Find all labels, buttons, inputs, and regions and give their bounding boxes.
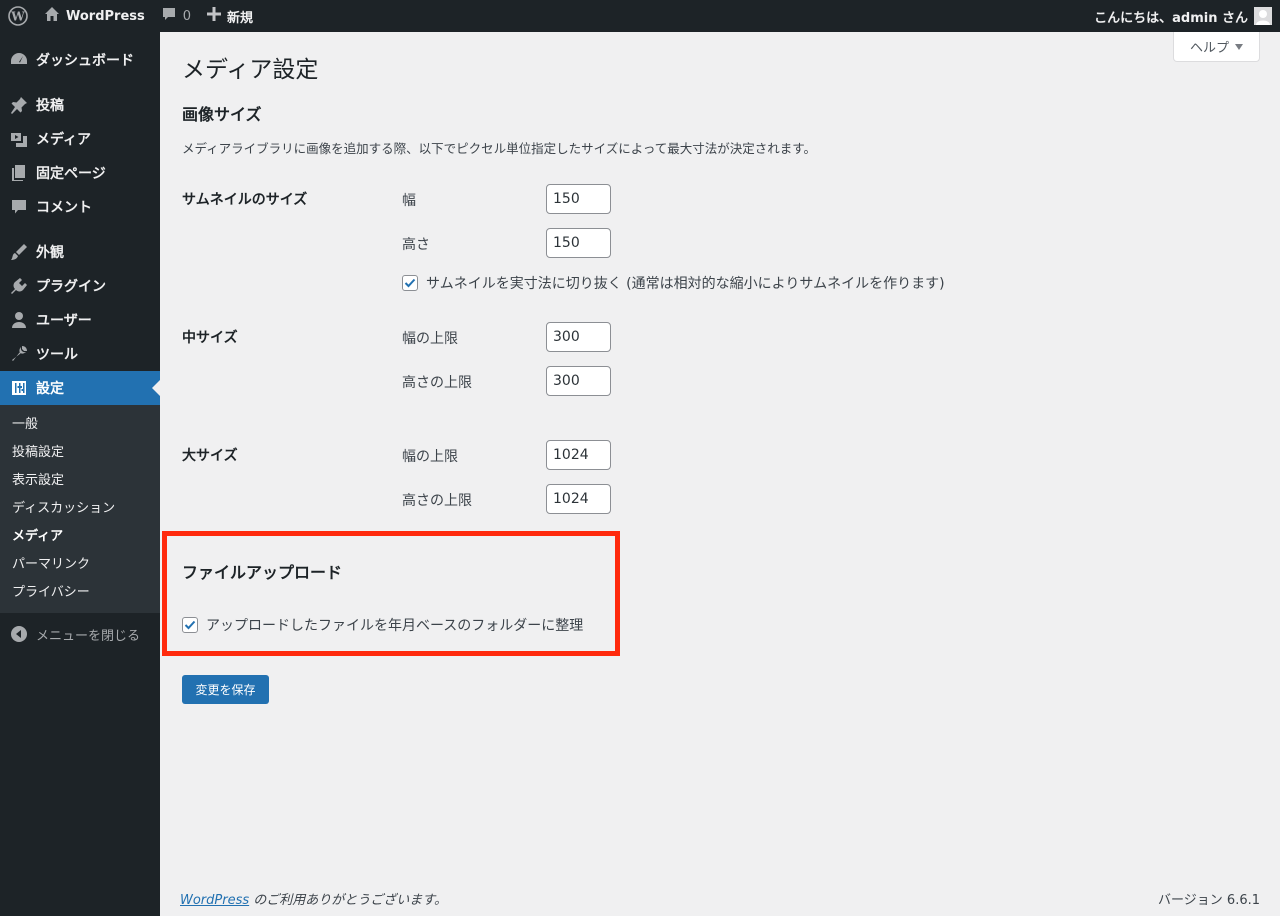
plus-icon <box>207 7 222 25</box>
large-width-label: 幅の上限 <box>402 449 458 465</box>
large-height-label: 高さの上限 <box>402 493 472 509</box>
pin-icon <box>10 96 28 114</box>
sidebar-item-plugins[interactable]: プラグイン <box>0 269 160 303</box>
submenu-item-privacy[interactable]: プライバシー <box>0 579 160 607</box>
submenu-item-general[interactable]: 一般 <box>0 411 160 439</box>
caret-down-icon <box>1235 39 1243 54</box>
avatar <box>1254 7 1272 25</box>
admin-sidebar: ダッシュボード 投稿 メディア 固定ページ コメント 外観 プラグイン ユーザー… <box>0 32 160 916</box>
site-name-link[interactable]: WordPress <box>36 0 153 32</box>
sidebar-item-appearance[interactable]: 外観 <box>0 235 160 269</box>
thumbnail-crop-label: サムネイルを実寸法に切り抜く (通常は相対的な縮小によりサムネイルを作ります) <box>426 276 945 292</box>
thumbnail-width-label: 幅 <box>402 193 416 209</box>
svg-text:W: W <box>10 10 25 24</box>
thumbnail-width-input[interactable]: 150 <box>546 184 611 214</box>
thumbnail-height-label: 高さ <box>402 237 430 253</box>
footer-version: バージョン 6.6.1 <box>1158 893 1260 908</box>
sidebar-item-tools[interactable]: ツール <box>0 337 160 371</box>
comment-icon <box>10 198 28 216</box>
brush-icon <box>10 243 28 261</box>
page-icon <box>10 164 28 182</box>
sidebar-item-pages[interactable]: 固定ページ <box>0 156 160 190</box>
checkmark-icon <box>184 620 196 630</box>
new-content-link[interactable]: 新規 <box>199 0 261 32</box>
wordpress-link[interactable]: WordPress <box>180 893 249 908</box>
image-sizes-heading: 画像サイズ <box>182 105 262 124</box>
thumbnail-height-input[interactable]: 150 <box>546 228 611 258</box>
large-height-input[interactable]: 1024 <box>546 484 611 514</box>
admin-bar: W WordPress 0 新規 こんにちは、admin さん <box>0 0 1280 32</box>
collapse-menu-button[interactable]: メニューを閉じる <box>0 617 160 651</box>
my-account-link[interactable]: こんにちは、admin さん <box>1094 7 1280 26</box>
dashboard-icon <box>10 51 28 69</box>
page-title: メディア設定 <box>182 57 319 83</box>
wrench-icon <box>10 345 28 363</box>
plugin-icon <box>10 277 28 295</box>
medium-height-label: 高さの上限 <box>402 375 472 391</box>
save-changes-button[interactable]: 変更を保存 <box>182 675 269 704</box>
submenu-item-permalinks[interactable]: パーマリンク <box>0 551 160 579</box>
comment-bubble-icon <box>161 6 177 26</box>
user-icon <box>10 311 28 329</box>
settings-submenu: 一般 投稿設定 表示設定 ディスカッション メディア パーマリンク プライバシー <box>0 405 160 613</box>
wordpress-logo-icon[interactable]: W <box>0 0 36 32</box>
thumbnail-size-label: サムネイルのサイズ <box>182 192 308 208</box>
sidebar-item-comments[interactable]: コメント <box>0 190 160 224</box>
comments-link[interactable]: 0 <box>153 0 199 32</box>
medium-size-label: 中サイズ <box>182 330 238 346</box>
medium-width-label: 幅の上限 <box>402 331 458 347</box>
settings-icon <box>10 379 28 397</box>
sidebar-item-settings[interactable]: 設定 <box>0 371 160 405</box>
submenu-item-media[interactable]: メディア <box>0 523 160 551</box>
sidebar-item-dashboard[interactable]: ダッシュボード <box>0 43 160 77</box>
collapse-arrow-icon <box>10 625 28 643</box>
organize-uploads-checkbox[interactable] <box>182 617 198 633</box>
large-size-label: 大サイズ <box>182 448 238 464</box>
checkmark-icon <box>404 278 416 288</box>
sidebar-item-users[interactable]: ユーザー <box>0 303 160 337</box>
large-width-input[interactable]: 1024 <box>546 440 611 470</box>
organize-uploads-label: アップロードしたファイルを年月ベースのフォルダーに整理 <box>206 618 584 634</box>
submenu-item-reading[interactable]: 表示設定 <box>0 467 160 495</box>
highlight-box <box>162 531 620 656</box>
file-upload-heading: ファイルアップロード <box>182 563 343 582</box>
image-sizes-description: メディアライブラリに画像を追加する際、以下でピクセル単位指定したサイズによって最… <box>182 141 817 156</box>
media-icon <box>10 130 28 148</box>
medium-height-input[interactable]: 300 <box>546 366 611 396</box>
medium-width-input[interactable]: 300 <box>546 322 611 352</box>
home-icon <box>44 6 60 26</box>
sidebar-item-posts[interactable]: 投稿 <box>0 88 160 122</box>
thumbnail-crop-checkbox[interactable] <box>402 275 418 291</box>
help-tab-button[interactable]: ヘルプ <box>1173 32 1260 62</box>
footer-thanks-text: のご利用ありがとうございます。 <box>249 893 447 908</box>
submenu-item-writing[interactable]: 投稿設定 <box>0 439 160 467</box>
submenu-item-discussion[interactable]: ディスカッション <box>0 495 160 523</box>
sidebar-item-media[interactable]: メディア <box>0 122 160 156</box>
footer-thanks: WordPress のご利用ありがとうございます。 <box>180 889 447 908</box>
